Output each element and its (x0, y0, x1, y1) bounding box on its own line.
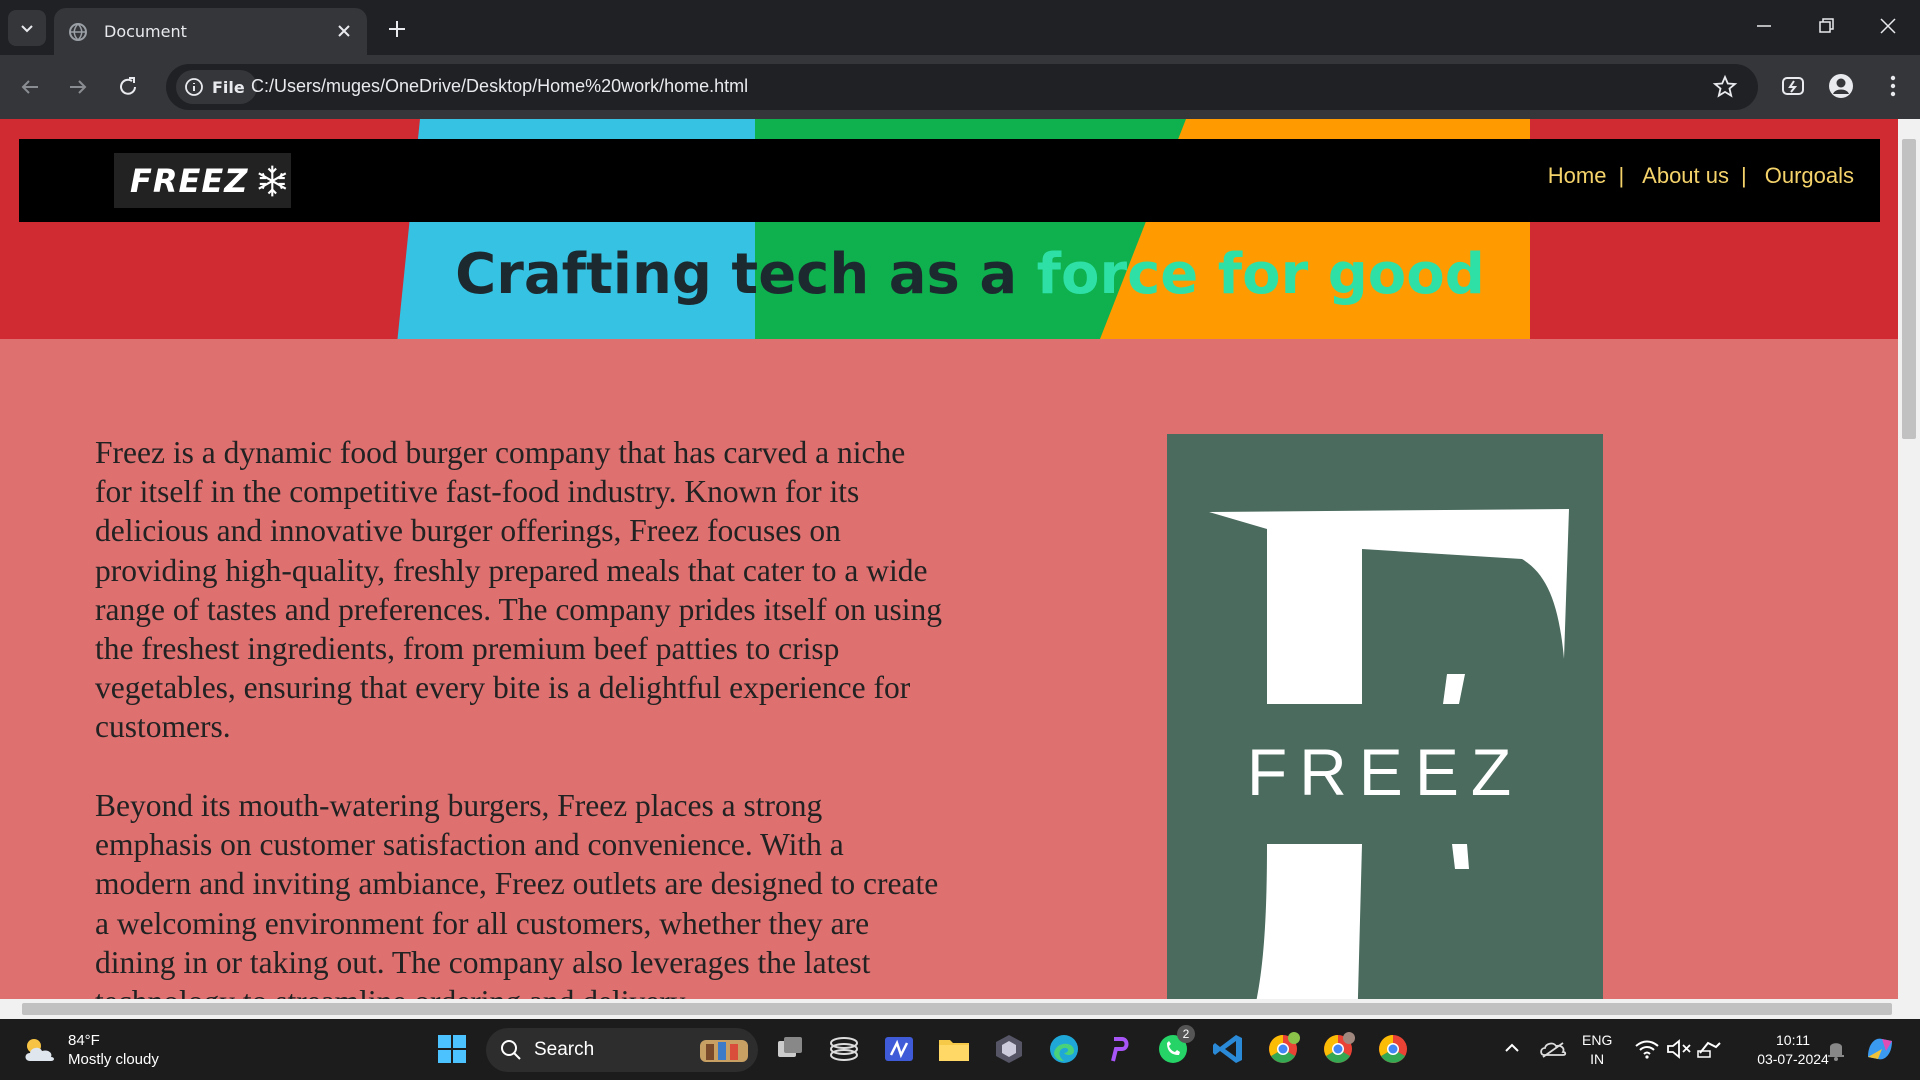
headline-accent-text: force for good (1036, 242, 1485, 307)
about-paragraph-1: Freez is a dynamic food burger company t… (95, 435, 943, 745)
chrome-profile-m2-icon[interactable] (1320, 1031, 1356, 1067)
site-logo[interactable]: FREEZ (114, 153, 291, 208)
hero-headline: Crafting tech as a force for good (0, 242, 1898, 307)
visual-studio-app-icon[interactable] (881, 1031, 917, 1067)
logo-text: FREEZ (130, 161, 249, 200)
nav-separator: | (1741, 163, 1747, 188)
windows-taskbar: 84°F Mostly cloudy Search 2 ENG IN 10:11… (0, 1019, 1920, 1080)
volume-muted-icon[interactable] (1664, 1031, 1694, 1067)
vertical-scroll-thumb[interactable] (1902, 139, 1916, 439)
cloudy-weather-icon (25, 1039, 54, 1061)
about-paragraph-2: Beyond its mouth-watering burgers, Freez… (95, 788, 939, 999)
url-text[interactable]: C:/Users/muges/OneDrive/Desktop/Home%20w… (251, 76, 748, 97)
new-tab-icon[interactable] (384, 16, 410, 42)
nav-separator: | (1618, 163, 1625, 188)
task-view-icon[interactable] (772, 1031, 808, 1067)
weather-widget[interactable]: 84°F Mostly cloudy (22, 1031, 159, 1069)
forward-arrow-icon[interactable] (64, 73, 92, 101)
vertical-scrollbar[interactable] (1898, 119, 1920, 999)
taskbar-search-box[interactable]: Search (486, 1028, 758, 1072)
hero-banner: FREEZ Home | About us | Ourgoals Craftin… (0, 119, 1898, 339)
chevron-down-icon (21, 25, 33, 33)
profile-icon[interactable] (1826, 71, 1856, 101)
back-arrow-icon[interactable] (16, 73, 44, 101)
search-label: Search (534, 1039, 595, 1060)
address-bar[interactable]: File C:/Users/muges/OneDrive/Desktop/Hom… (166, 64, 1758, 110)
brand-logo-image: FREEZ (1167, 434, 1603, 999)
bookmark-star-icon[interactable] (1712, 74, 1738, 100)
onedrive-offline-icon[interactable] (1538, 1031, 1568, 1067)
menu-kebab-icon[interactable] (1878, 71, 1908, 101)
whatsapp-badge: 2 (1177, 1025, 1195, 1043)
nav-home-link[interactable]: Home (1548, 163, 1607, 189)
copilot-icon[interactable] (1862, 1031, 1898, 1067)
search-highlight-icon (700, 1040, 748, 1062)
battery-charging-icon[interactable] (1694, 1031, 1724, 1067)
search-icon (501, 1040, 521, 1060)
file-explorer-icon[interactable] (936, 1031, 972, 1067)
language-indicator[interactable]: ENG IN (1582, 1031, 1612, 1069)
info-icon (185, 78, 203, 96)
close-window-icon[interactable] (1876, 14, 1900, 38)
extensions-icon[interactable] (1778, 71, 1808, 101)
globe-icon (69, 22, 87, 41)
wifi-icon[interactable] (1632, 1031, 1662, 1067)
minimize-icon[interactable] (1752, 14, 1776, 38)
vscode-icon[interactable] (1210, 1031, 1246, 1067)
serif-f-graphic (1209, 509, 1569, 999)
chrome-profile-m-icon[interactable] (1265, 1031, 1301, 1067)
horizontal-scroll-thumb[interactable] (22, 1003, 1892, 1015)
whatsapp-app[interactable]: 2 (1155, 1025, 1195, 1067)
windows-start-icon[interactable] (434, 1031, 470, 1067)
horizontal-scrollbar[interactable] (0, 999, 1920, 1019)
nav-about-link[interactable]: About us (1642, 163, 1729, 189)
coil-app-icon[interactable] (826, 1031, 862, 1067)
page-viewport: FREEZ Home | About us | Ourgoals Craftin… (0, 119, 1898, 999)
weather-temperature: 84°F (68, 1032, 100, 1049)
tab-search-button[interactable] (8, 10, 46, 46)
nav-goals-link[interactable]: Ourgoals (1765, 163, 1854, 189)
tab-title: Document (104, 22, 187, 41)
browser-toolbar: File C:/Users/muges/OneDrive/Desktop/Hom… (0, 55, 1920, 119)
active-tab[interactable]: Document (54, 8, 367, 55)
snowflake-icon (258, 165, 287, 196)
restore-icon[interactable] (1814, 14, 1838, 38)
site-chip-label: File (212, 77, 245, 97)
close-tab-icon[interactable] (335, 22, 353, 40)
dev-tool-app-icon[interactable] (991, 1031, 1027, 1067)
region-code: IN (1590, 1051, 1605, 1067)
tab-strip: Document (0, 0, 1920, 55)
notification-bell-icon[interactable] (1822, 1031, 1850, 1067)
purple-app-icon[interactable] (1100, 1031, 1136, 1067)
nav-links: Home | About us | Ourgoals (1548, 163, 1854, 189)
language-code: ENG (1582, 1032, 1613, 1048)
reload-icon[interactable] (114, 73, 142, 101)
site-info-chip[interactable]: File (176, 70, 257, 104)
chevron-up-icon[interactable] (1498, 1031, 1526, 1067)
chrome-active-icon[interactable] (1375, 1031, 1411, 1067)
headline-dark-text: Crafting tech as a (455, 242, 1037, 307)
site-navbar: FREEZ Home | About us | Ourgoals (19, 139, 1880, 222)
brand-image-text: FREEZ (1246, 735, 1524, 809)
edge-browser-icon[interactable] (1046, 1031, 1082, 1067)
weather-description: Mostly cloudy (68, 1051, 159, 1068)
